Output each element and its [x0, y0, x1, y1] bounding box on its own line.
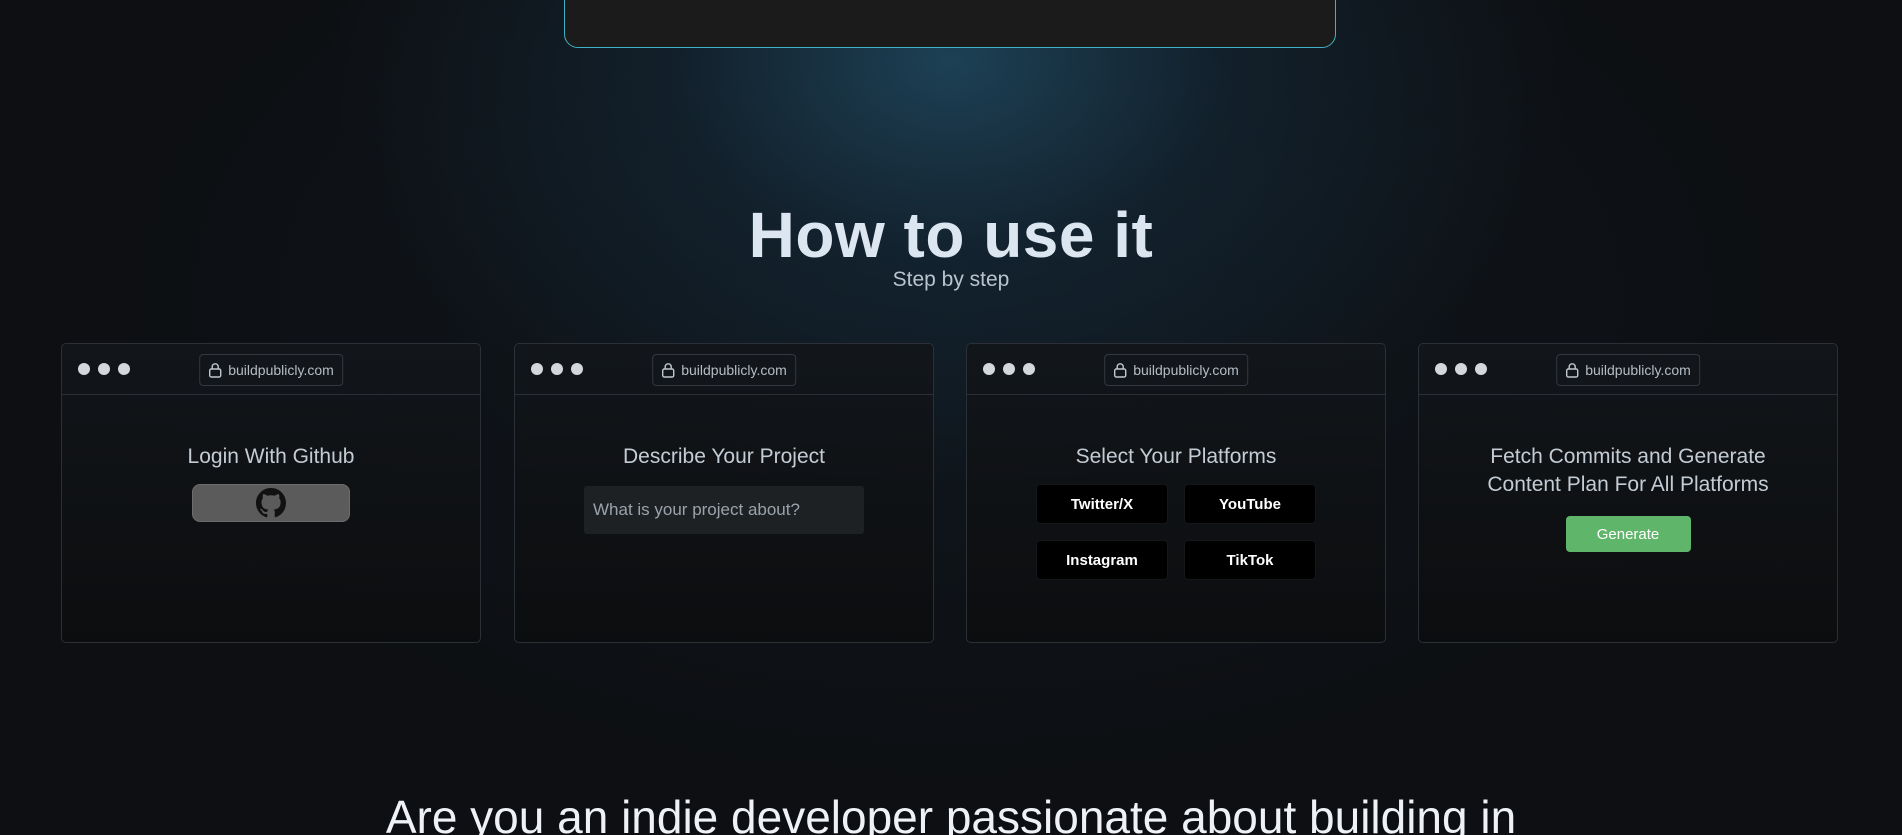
url-text: buildpublicly.com [1585, 362, 1691, 378]
url-bar: buildpublicly.com [652, 354, 796, 386]
window-dot-icon [1455, 363, 1467, 375]
step-heading: Select Your Platforms [1075, 445, 1277, 468]
window-dot-icon [1023, 363, 1035, 375]
github-login-button[interactable] [192, 484, 350, 522]
window-dot-icon [531, 363, 543, 375]
window-dot-icon [551, 363, 563, 375]
step-heading: Describe Your Project [623, 445, 825, 468]
url-bar: buildpublicly.com [1104, 354, 1248, 386]
step-card-platforms: buildpublicly.com Select Your Platforms … [966, 343, 1386, 643]
section-subtitle: Step by step [892, 268, 1010, 291]
platform-grid: Twitter/X YouTube Instagram TikTok [967, 484, 1385, 580]
step-heading-line1: Fetch Commits and Generate [1490, 445, 1766, 468]
window-dots [983, 363, 1035, 375]
browser-bar: buildpublicly.com [1419, 344, 1837, 395]
window-dot-icon [78, 363, 90, 375]
lock-icon [1114, 363, 1127, 378]
project-description-input[interactable] [584, 486, 864, 534]
url-bar: buildpublicly.com [1556, 354, 1700, 386]
platform-button-youtube[interactable]: YouTube [1184, 484, 1316, 524]
window-dot-icon [983, 363, 995, 375]
window-dot-icon [1475, 363, 1487, 375]
url-text: buildpublicly.com [228, 362, 334, 378]
section-title: How to use it [748, 199, 1154, 271]
window-dot-icon [98, 363, 110, 375]
step-heading-line2: Content Plan For All Platforms [1487, 473, 1769, 496]
generate-button[interactable]: Generate [1565, 516, 1691, 552]
window-dot-icon [571, 363, 583, 375]
step-card-describe: buildpublicly.com Describe Your Project [514, 343, 934, 643]
platform-button-tiktok[interactable]: TikTok [1184, 540, 1316, 580]
window-dots [78, 363, 130, 375]
card-body: Fetch Commits and Generate Content Plan … [1419, 443, 1837, 552]
browser-bar: buildpublicly.com [967, 344, 1385, 395]
lock-icon [209, 363, 222, 378]
step-card-generate: buildpublicly.com Fetch Commits and Gene… [1418, 343, 1838, 643]
card-body: Describe Your Project [515, 443, 933, 534]
step-card-login: buildpublicly.com Login With Github [61, 343, 481, 643]
window-dots [531, 363, 583, 375]
url-text: buildpublicly.com [1133, 362, 1239, 378]
lock-icon [1566, 363, 1579, 378]
url-bar: buildpublicly.com [199, 354, 343, 386]
bottom-headline: Are you an indie developer passionate ab… [385, 791, 1517, 835]
step-heading: Login With Github [187, 445, 355, 468]
window-dot-icon [1003, 363, 1015, 375]
card-body: Select Your Platforms Twitter/X YouTube … [967, 443, 1385, 580]
card-body: Login With Github [62, 443, 480, 522]
page: How to use it Step by step buildpublicly… [0, 0, 1902, 835]
platform-button-instagram[interactable]: Instagram [1036, 540, 1168, 580]
lock-icon [662, 363, 675, 378]
github-icon [256, 488, 286, 518]
url-text: buildpublicly.com [681, 362, 787, 378]
window-dot-icon [1435, 363, 1447, 375]
window-dots [1435, 363, 1487, 375]
hero-preview-frame [564, 0, 1336, 48]
browser-bar: buildpublicly.com [62, 344, 480, 395]
browser-bar: buildpublicly.com [515, 344, 933, 395]
platform-button-twitter[interactable]: Twitter/X [1036, 484, 1168, 524]
window-dot-icon [118, 363, 130, 375]
